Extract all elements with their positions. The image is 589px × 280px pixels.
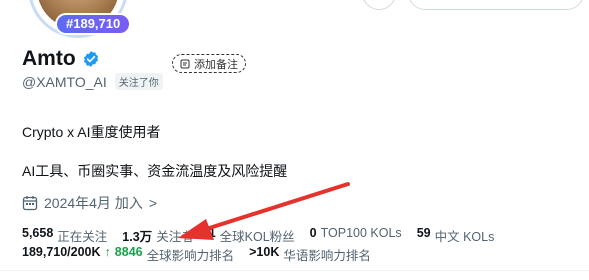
followers-stat[interactable]: 1.3万 关注者 <box>122 226 193 245</box>
chinese-kols-label: 中文 KOLs <box>434 230 495 244</box>
rank-change-value: 8846 <box>114 245 143 259</box>
following-label: 正在关注 <box>57 230 108 244</box>
following-count: 5,658 <box>22 226 54 240</box>
following-stat[interactable]: 5,658 正在关注 <box>22 226 107 245</box>
global-rank-value: 189,710/200K <box>22 245 101 259</box>
ranking-row: 189,710/200K ↑ 8846 全球影响力排名 >10K 华语影响力排名 <box>22 245 386 264</box>
joined-label: 2024年4月 加入 <box>44 195 143 211</box>
bio-line-2: AI工具、币圈实事、资金流温度及风险提醒 <box>22 163 288 179</box>
calendar-icon <box>22 196 38 211</box>
note-icon <box>180 59 190 68</box>
kol-followers-label: 全球KOL粉丝 <box>219 230 295 244</box>
top100-kols-count: 0 <box>309 226 317 240</box>
chinese-kols-count: 59 <box>416 226 431 240</box>
divider <box>0 270 589 271</box>
handle: @XAMTO_AI <box>22 73 107 90</box>
global-rank-stat[interactable]: 189,710/200K ↑ 8846 全球影响力排名 <box>22 245 234 264</box>
handle-row: @XAMTO_AI 关注了你 <box>22 73 163 90</box>
follows-you-badge: 关注了你 <box>114 73 163 90</box>
chevron-right-icon[interactable]: > <box>149 195 157 211</box>
joined-date: 2024年4月 加入 > <box>22 193 157 213</box>
global-rank-label: 全球影响力排名 <box>146 249 235 263</box>
chinese-kols-stat[interactable]: 59 中文 KOLs <box>417 226 495 245</box>
rank-up-arrow-icon: ↑ <box>104 245 111 259</box>
chinese-rank-value: >10K <box>249 245 280 259</box>
chinese-rank-stat[interactable]: >10K 华语影响力排名 <box>249 245 371 264</box>
followers-count: 1.3万 <box>122 230 153 244</box>
rank-badge[interactable]: #189,710 <box>55 13 132 35</box>
kol-followers-count: 1 <box>208 226 216 240</box>
stats-row: 5,658 正在关注 1.3万 关注者 1 全球KOL粉丝 0 TOP100 K… <box>22 226 509 245</box>
display-name: Amto <box>22 47 76 70</box>
name-row: Amto <box>22 47 100 71</box>
top100-kols-stat[interactable]: 0 TOP100 KOLs <box>310 226 402 245</box>
add-note-button[interactable]: 添加备注 <box>172 54 246 73</box>
followers-label: 关注者 <box>156 230 194 244</box>
more-options-button[interactable] <box>362 0 396 10</box>
add-note-label: 添加备注 <box>194 58 238 71</box>
chinese-rank-label: 华语影响力排名 <box>283 249 371 263</box>
top100-kols-label: TOP100 KOLs <box>320 226 402 240</box>
bio-line-1: Crypto x AI重度使用者 <box>22 124 161 140</box>
kol-followers-stat[interactable]: 1 全球KOL粉丝 <box>209 226 295 245</box>
verified-icon[interactable] <box>82 50 100 68</box>
follow-button[interactable] <box>408 0 584 10</box>
